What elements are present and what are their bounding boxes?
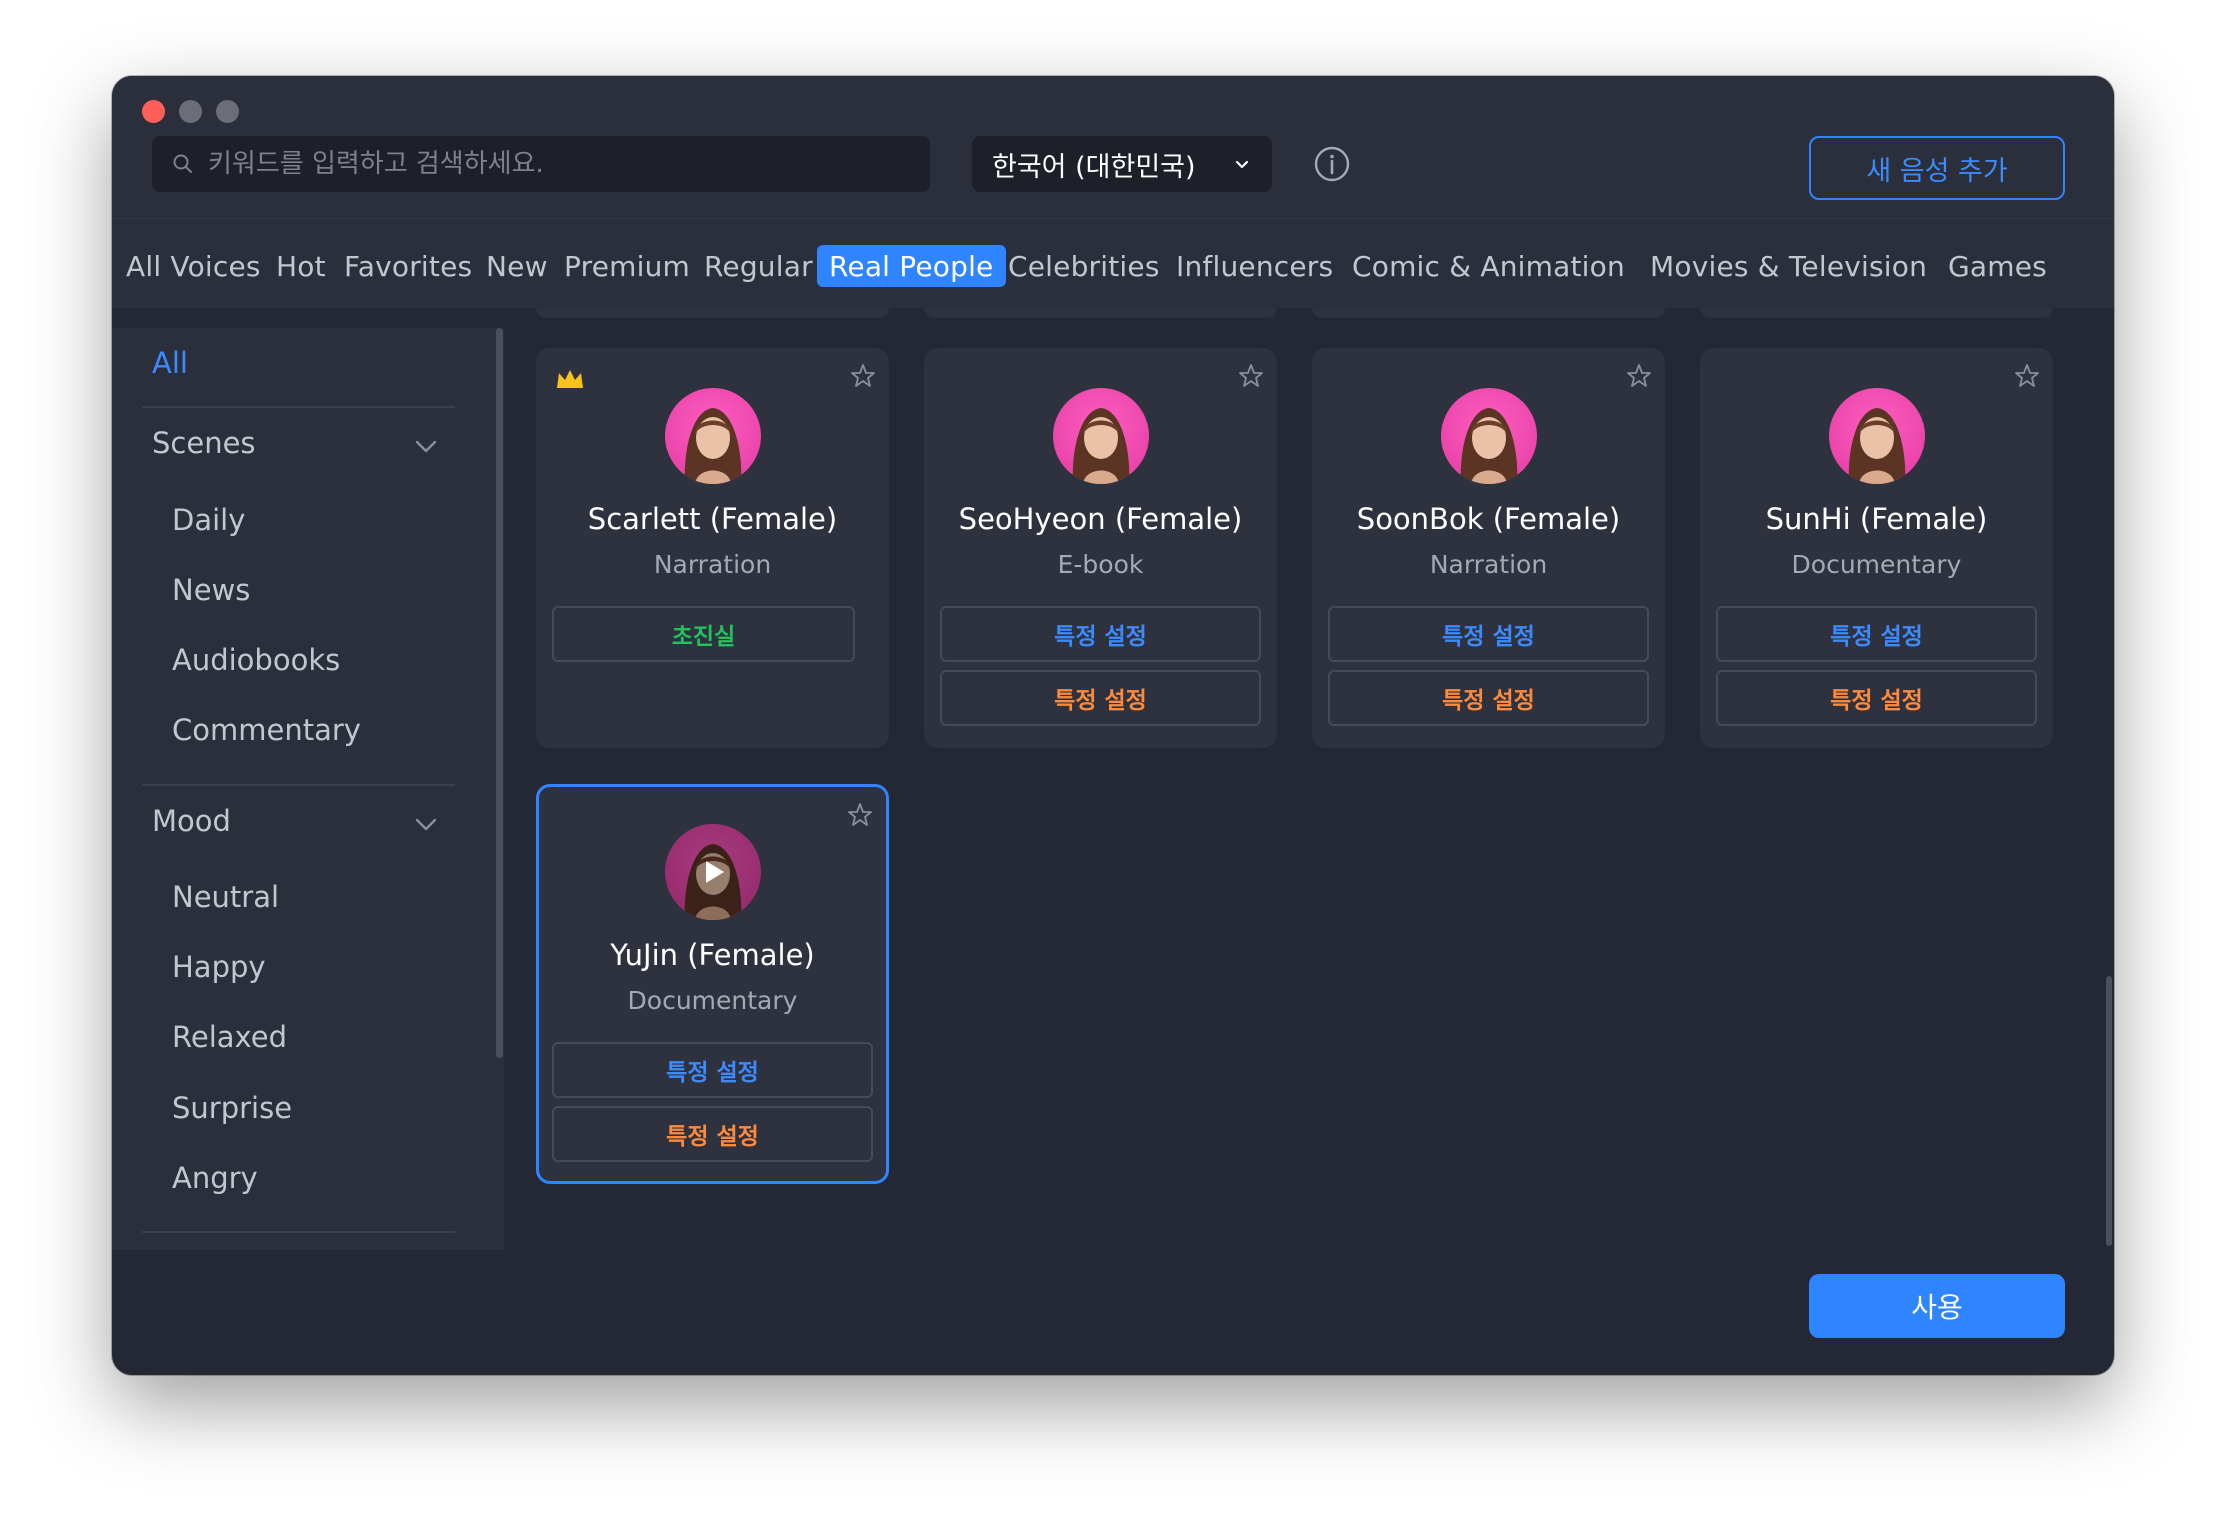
- voice-name: Scarlett (Female): [587, 502, 838, 536]
- avatar[interactable]: [1440, 388, 1537, 484]
- voice-card[interactable]: Scarlett (Female) Narration 초진실: [536, 348, 889, 748]
- sidebar-item-daily[interactable]: Daily: [172, 503, 245, 537]
- voice-setting-button[interactable]: 특정 설정: [1328, 606, 1649, 662]
- voice-card-selected[interactable]: YuJin (Female) Documentary 특정 설정 특정 설정: [536, 784, 889, 1184]
- sidebar-group-scenes[interactable]: Scenes: [152, 426, 256, 460]
- sidebar-item-commentary[interactable]: Commentary: [172, 713, 361, 747]
- content-scrollbar[interactable]: [2106, 976, 2112, 1246]
- titlebar: 한국어 (대한민국) 새 음성 추가: [112, 76, 2114, 218]
- sidebar-item-relaxed[interactable]: Relaxed: [172, 1020, 287, 1054]
- divider: [142, 406, 455, 408]
- tab-movies-television[interactable]: Movies & Television: [1650, 245, 1927, 287]
- sidebar-item-angry[interactable]: Angry: [172, 1161, 258, 1195]
- avatar[interactable]: [1052, 388, 1149, 484]
- star-icon[interactable]: [849, 362, 877, 390]
- crown-icon: [557, 370, 583, 388]
- voice-tag-button[interactable]: 초진실: [552, 606, 855, 662]
- sidebar-scrollbar[interactable]: [496, 328, 503, 1058]
- avatar[interactable]: [1828, 388, 1925, 484]
- voice-category: E-book: [1057, 550, 1144, 579]
- voice-setting-button[interactable]: 특정 설정: [552, 1106, 873, 1162]
- chevron-down-icon: [1235, 160, 1249, 169]
- category-tabs: All Voices Hot Favorites New Premium Reg…: [112, 218, 2114, 308]
- voice-name: SoonBok (Female): [1356, 502, 1621, 536]
- play-icon: [705, 861, 724, 883]
- card-edge: [1312, 308, 1665, 318]
- tab-hot[interactable]: Hot: [276, 245, 326, 287]
- voice-name: SunHi (Female): [1765, 502, 1988, 536]
- voice-category: Documentary: [627, 986, 798, 1015]
- voice-grid: Scarlett (Female) Narration 초진실 SeoHyeon…: [504, 308, 2114, 1250]
- search-icon: [173, 154, 192, 173]
- sidebar-group-mood[interactable]: Mood: [152, 804, 231, 838]
- voice-setting-button[interactable]: 특정 설정: [552, 1042, 873, 1098]
- voice-category: Narration: [653, 550, 772, 579]
- star-icon[interactable]: [846, 801, 874, 829]
- card-edge: [1700, 308, 2053, 318]
- chevron-down-icon[interactable]: [412, 810, 440, 838]
- tab-real-people[interactable]: Real People: [817, 245, 1006, 287]
- tab-celebrities[interactable]: Celebrities: [1008, 245, 1160, 287]
- sidebar-item-surprise[interactable]: Surprise: [172, 1091, 292, 1125]
- voice-name: YuJin (Female): [610, 938, 815, 972]
- voice-card[interactable]: SunHi (Female) Documentary 특정 설정 특정 설정: [1700, 348, 2053, 748]
- card-edge: [536, 308, 889, 318]
- use-button[interactable]: 사용: [1809, 1274, 2065, 1338]
- voice-setting-button[interactable]: 특정 설정: [1328, 670, 1649, 726]
- sidebar-item-all[interactable]: All: [152, 346, 188, 380]
- voice-name: SeoHyeon (Female): [958, 502, 1243, 536]
- sidebar-item-neutral[interactable]: Neutral: [172, 880, 279, 914]
- tab-influencers[interactable]: Influencers: [1176, 245, 1333, 287]
- voice-setting-button[interactable]: 특정 설정: [940, 670, 1261, 726]
- voice-setting-button[interactable]: 특정 설정: [940, 606, 1261, 662]
- sidebar-item-audiobooks[interactable]: Audiobooks: [172, 643, 340, 677]
- close-window-button[interactable]: [142, 100, 165, 123]
- tab-comic-animation[interactable]: Comic & Animation: [1352, 245, 1625, 287]
- avatar[interactable]: [664, 388, 761, 484]
- tab-all-voices[interactable]: All Voices: [126, 245, 261, 287]
- tab-new[interactable]: New: [486, 245, 548, 287]
- voice-category: Documentary: [1791, 550, 1962, 579]
- star-icon[interactable]: [1237, 362, 1265, 390]
- tab-games[interactable]: Games: [1948, 245, 2047, 287]
- voice-card[interactable]: SeoHyeon (Female) E-book 특정 설정 특정 설정: [924, 348, 1277, 748]
- divider: [142, 1231, 455, 1233]
- chevron-down-icon[interactable]: [412, 432, 440, 460]
- voice-card[interactable]: SoonBok (Female) Narration 특정 설정 특정 설정: [1312, 348, 1665, 748]
- divider: [142, 784, 455, 786]
- filter-sidebar: All Scenes Daily News Audiobooks Comment…: [112, 328, 504, 1250]
- search-box[interactable]: [152, 136, 930, 192]
- sidebar-item-happy[interactable]: Happy: [172, 950, 266, 984]
- tab-favorites[interactable]: Favorites: [344, 245, 472, 287]
- voice-picker-window: 한국어 (대한민국) 새 음성 추가 All Voices Hot Favori…: [112, 76, 2114, 1375]
- voice-category: Narration: [1429, 550, 1548, 579]
- sidebar-item-news[interactable]: News: [172, 573, 250, 607]
- voice-setting-button[interactable]: 특정 설정: [1716, 670, 2037, 726]
- zoom-window-button[interactable]: [216, 100, 239, 123]
- tab-premium[interactable]: Premium: [564, 245, 690, 287]
- tab-regular[interactable]: Regular: [704, 245, 813, 287]
- info-icon[interactable]: [1312, 144, 1352, 184]
- window-controls: [142, 100, 239, 123]
- minimize-window-button[interactable]: [179, 100, 202, 123]
- play-button[interactable]: [664, 824, 761, 920]
- search-input[interactable]: [208, 149, 908, 179]
- language-select[interactable]: 한국어 (대한민국): [972, 136, 1272, 192]
- add-voice-button[interactable]: 새 음성 추가: [1809, 136, 2065, 200]
- star-icon[interactable]: [2013, 362, 2041, 390]
- star-icon[interactable]: [1625, 362, 1653, 390]
- language-select-value: 한국어 (대한민국): [992, 151, 1196, 183]
- card-edge: [924, 308, 1277, 318]
- voice-setting-button[interactable]: 특정 설정: [1716, 606, 2037, 662]
